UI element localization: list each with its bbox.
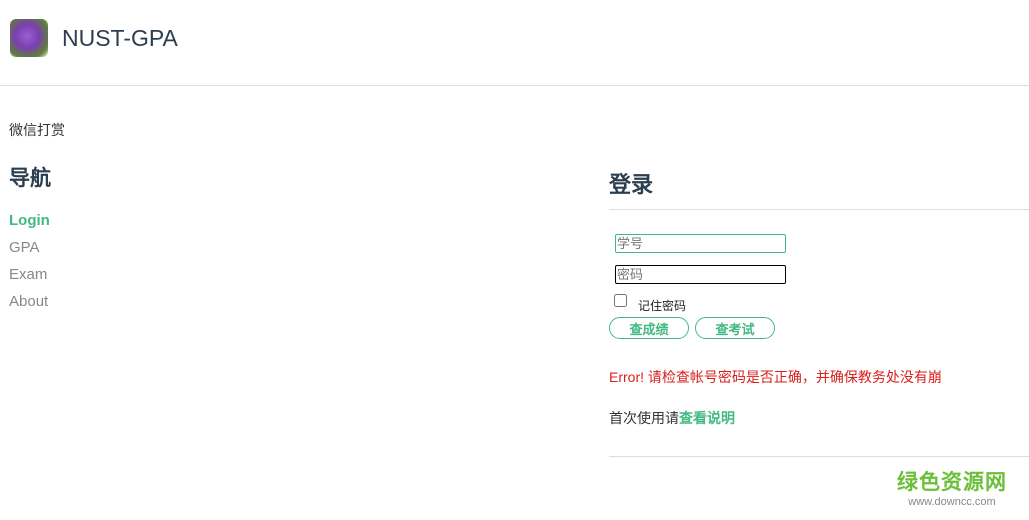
nav-about[interactable]: About: [9, 293, 48, 310]
error-message: Error! 请检查帐号密码是否正确，并确保教务处没有崩: [609, 369, 942, 385]
query-exam-button[interactable]: 查考试: [695, 317, 775, 339]
logo-image: [10, 19, 48, 57]
nav-exam[interactable]: Exam: [9, 266, 47, 283]
query-grades-button[interactable]: 查成绩: [609, 317, 689, 339]
password-input[interactable]: [615, 265, 786, 284]
first-use-text: 首次使用请查看说明: [609, 408, 735, 428]
site-title[interactable]: NUST-GPA: [62, 25, 178, 52]
watermark-name: 绿色资源网: [897, 471, 1007, 494]
remember-checkbox[interactable]: [614, 294, 627, 307]
first-use-label: 首次使用请: [609, 410, 679, 426]
login-heading: 登录: [609, 172, 654, 197]
header: NUST-GPA: [0, 0, 1029, 86]
divider: [609, 456, 1029, 457]
donate-link[interactable]: 微信打赏: [9, 120, 65, 140]
nav-login[interactable]: Login: [9, 212, 50, 229]
divider: [609, 209, 1029, 210]
nav-gpa[interactable]: GPA: [9, 239, 40, 256]
watermark-url: www.downcc.com: [908, 496, 996, 508]
nav-heading: 导航: [9, 167, 51, 190]
student-id-input[interactable]: [615, 234, 786, 253]
watermark: 绿色资源网 www.downcc.com: [897, 466, 1007, 508]
remember-label: 记住密码: [638, 299, 687, 313]
instructions-link[interactable]: 查看说明: [679, 410, 735, 426]
